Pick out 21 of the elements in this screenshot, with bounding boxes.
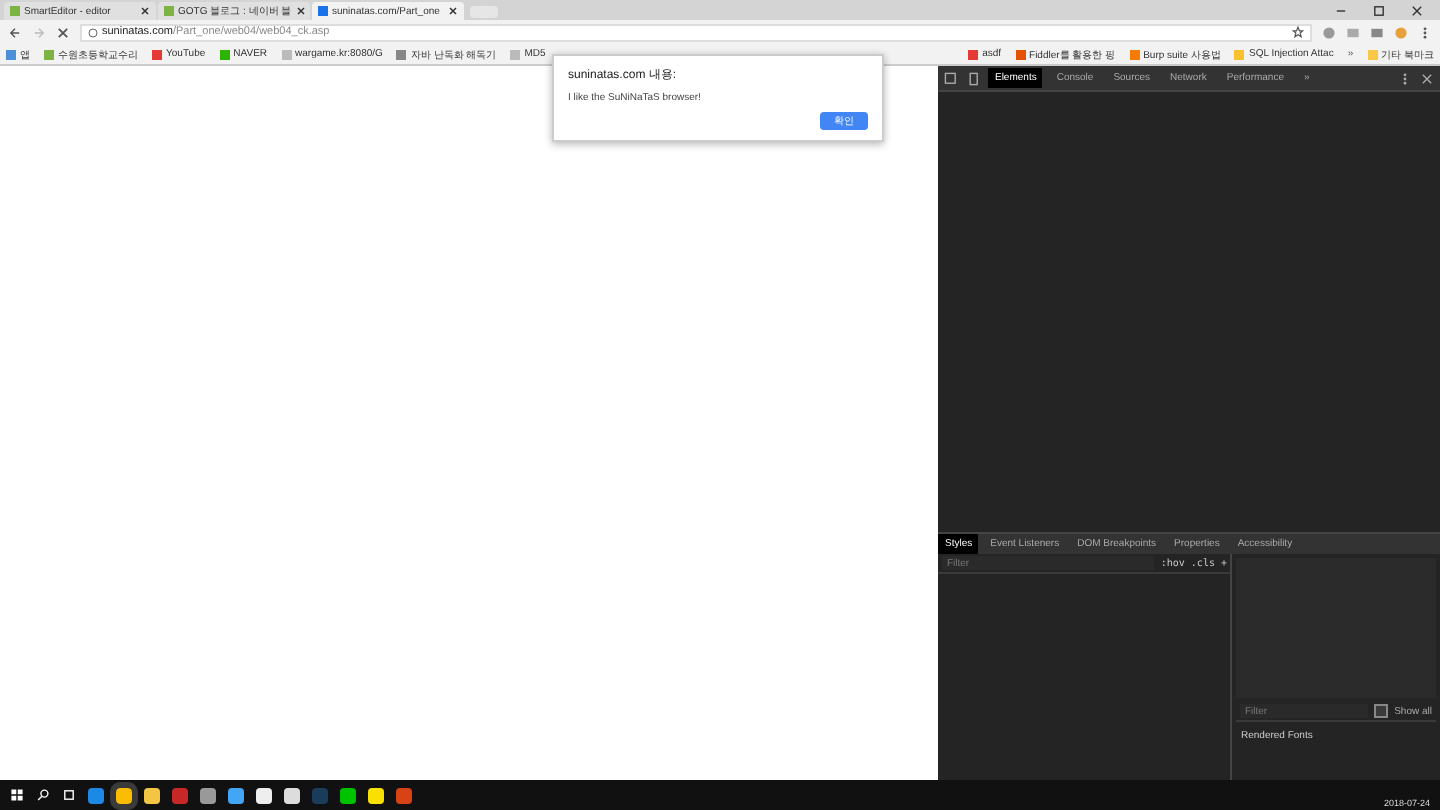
star-icon[interactable] bbox=[1292, 26, 1304, 38]
close-icon[interactable] bbox=[1420, 71, 1434, 85]
close-icon bbox=[140, 6, 150, 16]
search-icon[interactable] bbox=[36, 788, 50, 802]
favicon-icon bbox=[318, 6, 328, 16]
favicon-icon bbox=[164, 6, 174, 16]
windows-start-icon[interactable] bbox=[10, 788, 24, 802]
device-icon[interactable] bbox=[966, 71, 981, 85]
close-icon bbox=[448, 6, 458, 16]
close-icon[interactable] bbox=[1410, 3, 1424, 17]
close-icon[interactable] bbox=[56, 25, 70, 39]
restore-icon[interactable] bbox=[1372, 3, 1386, 17]
favicon-icon bbox=[10, 6, 20, 16]
close-icon bbox=[295, 6, 306, 16]
task-view-icon[interactable] bbox=[62, 788, 76, 802]
menu-icon[interactable] bbox=[1398, 71, 1412, 85]
inspect-icon[interactable] bbox=[944, 71, 959, 85]
info-icon bbox=[88, 27, 98, 37]
menu-icon[interactable] bbox=[1418, 25, 1432, 39]
back-icon[interactable] bbox=[8, 25, 22, 39]
show-all-checkbox[interactable] bbox=[1374, 704, 1389, 718]
